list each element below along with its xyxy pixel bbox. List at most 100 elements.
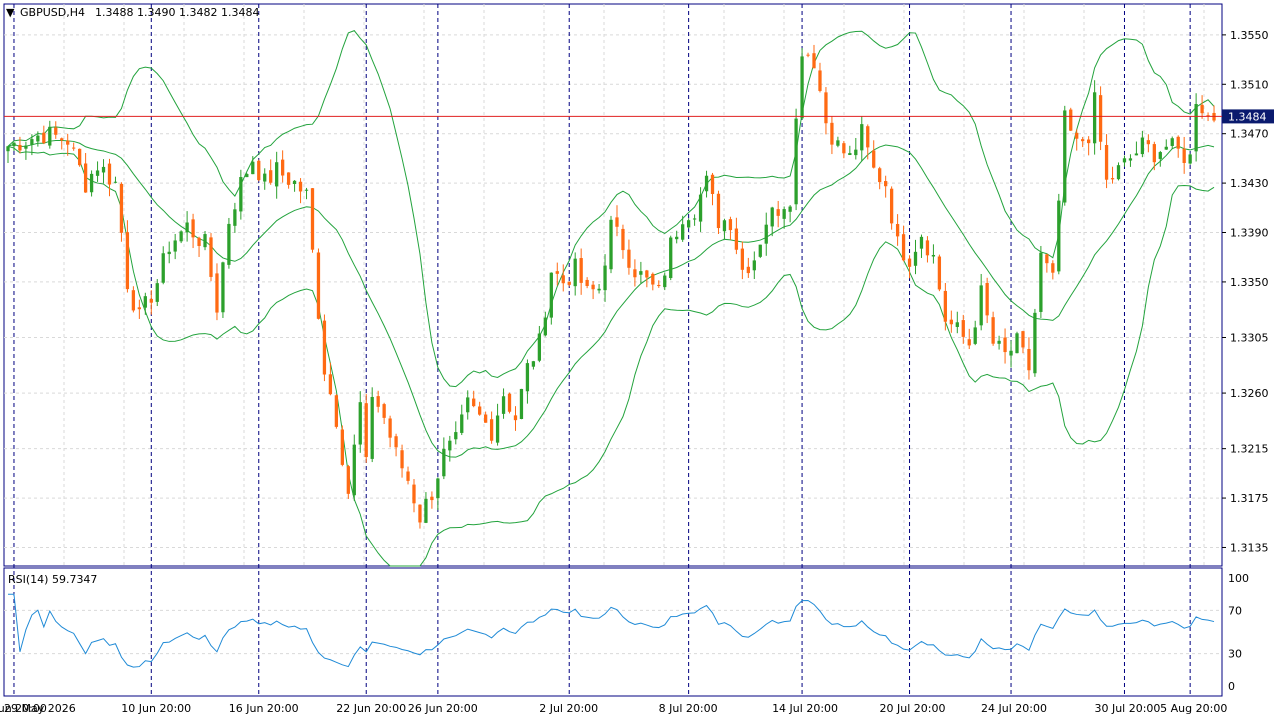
candle-body: [603, 265, 607, 291]
time-label: 20 Jul 20:00: [880, 702, 946, 715]
candle-body: [913, 251, 918, 266]
candle-body: [686, 220, 691, 228]
candle-body: [848, 153, 852, 155]
candle-body: [543, 317, 547, 336]
candle-body: [304, 189, 309, 191]
candle-body: [692, 218, 697, 220]
candle-body: [531, 361, 536, 367]
time-axis: 29 May 20264 Jun 20:0010 Jun 20:0016 Jun…: [0, 702, 1227, 715]
candle-body: [430, 496, 434, 501]
candle-body: [352, 444, 356, 496]
candle-body: [143, 296, 147, 308]
candle-body: [1188, 154, 1192, 164]
price-tick-label: 1.3470: [1230, 128, 1269, 141]
candle-body: [1140, 137, 1145, 155]
candle-body: [794, 118, 798, 205]
candle-body: [191, 219, 195, 238]
candle-body: [436, 478, 440, 499]
candle-body: [788, 206, 792, 212]
candle-body: [179, 231, 183, 242]
candle-body: [107, 163, 112, 185]
candle-body: [418, 504, 422, 523]
candle-body: [78, 148, 82, 166]
candle-body: [609, 219, 613, 270]
candle-body: [466, 397, 470, 413]
candle-body: [245, 174, 249, 178]
candle-body: [1134, 153, 1139, 156]
candle-body: [949, 319, 953, 325]
candle-body: [854, 149, 858, 156]
candle-body: [651, 273, 655, 285]
candle-body: [6, 146, 10, 152]
candle-body: [585, 279, 589, 286]
candle-body: [328, 374, 333, 395]
candle-body: [1051, 263, 1055, 273]
price-tick-label: 1.3135: [1230, 541, 1269, 554]
candle-body: [698, 194, 703, 222]
candle-body: [310, 188, 315, 250]
candle-body: [818, 70, 822, 91]
trading-chart[interactable]: 1.3484 1.35501.35101.34701.34301.33901.3…: [0, 0, 1280, 720]
candle-body: [645, 270, 649, 278]
candle-body: [137, 307, 141, 310]
candle-body: [776, 209, 780, 216]
candle-body: [740, 248, 745, 270]
candle-body: [263, 173, 267, 182]
time-label: 22 Jun 20:00: [336, 702, 406, 715]
candle-body: [1075, 132, 1079, 139]
candle-body: [860, 124, 864, 151]
candle-body: [621, 228, 625, 251]
candle-body: [1164, 146, 1168, 150]
candle-body: [173, 240, 177, 252]
candle-body: [1110, 178, 1115, 180]
candle-body: [716, 193, 721, 229]
candle-body: [322, 320, 327, 375]
candle-body: [1176, 136, 1180, 149]
candle-body: [579, 258, 583, 283]
candle-body: [185, 222, 189, 233]
candle-body: [519, 388, 524, 420]
chart-menu-icon[interactable]: ▼: [6, 6, 15, 19]
candle-body: [770, 207, 774, 227]
candle-body: [60, 138, 64, 141]
candle-body: [979, 285, 983, 326]
candle-body: [681, 224, 685, 240]
candle-body: [406, 471, 410, 481]
candle-body: [12, 142, 16, 147]
price-tick-label: 1.3430: [1230, 177, 1269, 190]
candle-body: [1194, 104, 1198, 152]
candle-body: [919, 236, 924, 249]
candle-body: [907, 258, 912, 267]
candle-body: [233, 209, 237, 226]
candle-body: [657, 284, 661, 287]
candle-body: [251, 161, 255, 175]
candle-body: [269, 170, 273, 183]
candle-body: [1098, 95, 1103, 142]
candle-body: [412, 484, 416, 504]
candle-body: [495, 415, 500, 443]
candle-body: [489, 419, 494, 441]
candle-body: [478, 406, 482, 415]
candle-body: [806, 54, 810, 56]
candle-body: [89, 173, 94, 193]
candle-body: [1128, 158, 1133, 161]
candle-body: [167, 251, 171, 255]
candle-body: [991, 317, 995, 344]
price-tick-label: 1.3175: [1230, 492, 1269, 505]
candle-body: [758, 244, 762, 257]
candle-body: [394, 436, 398, 448]
candle-body: [866, 126, 870, 148]
symbol-timeframe: GBPUSD,H4: [20, 6, 85, 19]
candle-body: [925, 240, 930, 256]
candle-body: [967, 339, 971, 346]
time-label: 2 Jul 20:00: [539, 702, 598, 715]
candle-body: [316, 252, 321, 319]
candle-body: [483, 414, 488, 423]
rsi-panel[interactable]: [3, 567, 1223, 697]
candle-body: [1009, 350, 1013, 356]
candle-body: [334, 395, 339, 427]
candle-body: [48, 126, 52, 146]
candle-body: [1027, 348, 1031, 371]
candle-body: [364, 403, 368, 458]
candle-body: [1152, 144, 1156, 163]
